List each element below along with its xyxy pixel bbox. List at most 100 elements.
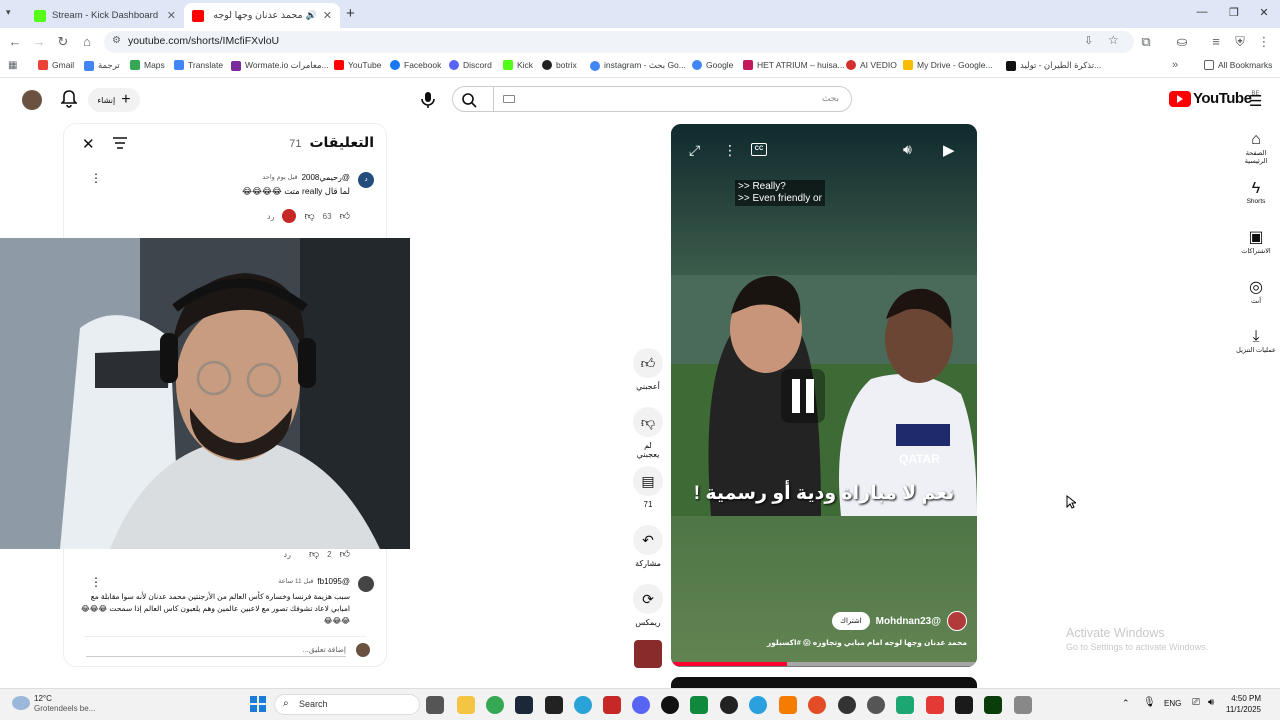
avatar[interactable]	[22, 90, 42, 110]
play-icon[interactable]: ▶	[943, 141, 955, 159]
bookmark-item[interactable]: YouTube	[334, 60, 381, 70]
install-icon[interactable]: ⇩	[1084, 34, 1093, 47]
bookmark-item[interactable]: Kick	[503, 60, 533, 70]
new-tab-button[interactable]: +	[346, 5, 355, 22]
bookmark-item[interactable]: AI VEDIO	[846, 60, 897, 70]
more-actions-icon[interactable]: ⋮	[90, 575, 102, 589]
app-icon[interactable]	[779, 696, 797, 714]
ea-icon[interactable]	[661, 696, 679, 714]
tray-overflow-icon[interactable]: ⌃	[1122, 698, 1130, 709]
shield-icon[interactable]: ⛨	[1232, 34, 1248, 50]
comment-author[interactable]: @رحيمي2008	[302, 173, 350, 182]
language-indicator[interactable]: ENG	[1164, 699, 1181, 708]
share-button[interactable]: ↶ مشاركة	[632, 525, 664, 568]
search-icon[interactable]	[461, 92, 477, 108]
bookmark-item[interactable]: HET ATRIUM – huisa...	[743, 60, 845, 70]
app-icon[interactable]	[926, 696, 944, 714]
like-button[interactable]: 👍︎ أعجبني	[632, 348, 664, 391]
kick-app-icon[interactable]	[984, 696, 1002, 714]
windows-start-icon[interactable]	[250, 696, 266, 712]
app-icon[interactable]	[574, 696, 592, 714]
keyboard-icon[interactable]	[503, 95, 515, 103]
profile-switch-icon[interactable]: ⛀	[1174, 34, 1190, 50]
close-tab-icon[interactable]: ✕	[323, 9, 332, 22]
weather-icon[interactable]	[12, 696, 30, 710]
bookmark-item[interactable]: Discord	[449, 60, 492, 70]
chrome-icon[interactable]	[486, 696, 504, 714]
bookmark-item[interactable]: تذكرة الطيران - توليد...	[1006, 60, 1101, 71]
like-icon[interactable]: 👍︎	[340, 548, 350, 560]
task-view-icon[interactable]	[426, 696, 444, 714]
sound-thumbnail[interactable]	[634, 640, 662, 668]
sort-icon[interactable]	[112, 136, 128, 150]
all-bookmarks[interactable]: All Bookmarks	[1204, 60, 1272, 70]
short-video-player[interactable]: ⤢ ⋮ CC 🔊︎ ▶ >> Really? >> Even friendly …	[671, 124, 977, 667]
bookmark-item[interactable]: botrix	[542, 60, 577, 70]
bookmark-item[interactable]: Translate	[174, 60, 223, 70]
bookmark-item[interactable]: Google	[692, 60, 733, 70]
reply-button[interactable]: رد	[267, 212, 274, 221]
microphone-icon[interactable]: 🎙︎	[1143, 697, 1156, 708]
discord-icon[interactable]	[632, 696, 650, 714]
bookmark-item[interactable]: ترجمة	[84, 60, 120, 71]
xbox-icon[interactable]	[690, 696, 708, 714]
captions-icon[interactable]: CC	[751, 143, 767, 156]
media-control-icon[interactable]: ≡	[1208, 34, 1224, 50]
comments-button[interactable]: ▤ 71	[632, 466, 664, 509]
weather-widget[interactable]: 12°C Grotendeels be...	[34, 694, 95, 714]
app-icon[interactable]	[1014, 696, 1032, 714]
more-bookmarks-icon[interactable]: »	[1172, 59, 1178, 71]
pause-icon[interactable]	[781, 369, 825, 423]
more-options-icon[interactable]: ⋮	[723, 142, 737, 159]
back-icon[interactable]: ←	[7, 34, 23, 50]
bookmark-item[interactable]: Wormate.io معامرات...	[231, 60, 329, 71]
bookmark-item[interactable]: Gmail	[38, 60, 74, 70]
dislike-icon[interactable]: 👎︎	[304, 210, 314, 222]
clock[interactable]: 4:50 PM 11/1/2025	[1226, 693, 1261, 715]
reply-button[interactable]: رد	[284, 550, 291, 559]
apps-grid-icon[interactable]: ▦	[8, 60, 17, 71]
taskbar-search[interactable]: ⌕ Search	[274, 694, 420, 715]
bookmark-item[interactable]: My Drive - Google...	[903, 60, 993, 70]
site-info-icon[interactable]: ⚙	[112, 35, 121, 46]
comment-author[interactable]: @fb1095	[317, 577, 350, 586]
nzxt-icon[interactable]	[603, 696, 621, 714]
tab-youtube[interactable]: محمد عدنان وجها لوجه امام 🔊 ✕	[184, 3, 340, 28]
next-short-preview[interactable]	[671, 677, 977, 688]
microphone-icon[interactable]	[420, 90, 436, 110]
notifications-icon[interactable]	[61, 90, 77, 108]
tab-search-icon[interactable]: ▾	[6, 7, 20, 21]
home-icon[interactable]: ⌂	[79, 34, 95, 50]
telegram-icon[interactable]	[749, 696, 767, 714]
search-input[interactable]: بحث	[452, 86, 852, 112]
remix-button[interactable]: ⟳ ريمكس	[632, 584, 664, 627]
close-tab-icon[interactable]: ✕	[167, 9, 176, 22]
app-icon[interactable]	[896, 696, 914, 714]
bookmark-item[interactable]: Maps	[130, 60, 165, 70]
youtube-logo[interactable]: YouTube BE	[1169, 90, 1259, 107]
menu-dots-icon[interactable]: ⋮	[1256, 34, 1272, 50]
video-title[interactable]: محمد عدنان وجها لوجه امام مبابي وتجاوزه …	[681, 638, 967, 647]
more-actions-icon[interactable]: ⋮	[90, 171, 102, 185]
maximize-icon[interactable]: ❐	[1224, 6, 1244, 19]
speaker-icon[interactable]: 🔊	[306, 10, 317, 21]
fullscreen-icon[interactable]: ⤢	[689, 142, 700, 159]
subscribe-button[interactable]: اشتراك	[832, 612, 870, 630]
file-explorer-icon[interactable]	[457, 696, 475, 714]
dislike-button[interactable]: 👎︎ لم يعجبني	[632, 407, 664, 459]
steam-icon[interactable]	[515, 696, 533, 714]
close-window-icon[interactable]: ✕	[1254, 6, 1274, 19]
avatar[interactable]	[947, 611, 967, 631]
avatar[interactable]: د	[358, 172, 374, 188]
sidebar-item-downloads[interactable]: ⤓ عمليات التنزيل	[1234, 328, 1278, 354]
bookmark-star-icon[interactable]: ☆	[1108, 33, 1119, 47]
channel-name[interactable]: @Mohdnan23	[876, 616, 941, 627]
app-icon[interactable]	[867, 696, 885, 714]
app-icon[interactable]	[955, 696, 973, 714]
add-comment-input[interactable]: إضافة تعليق...	[86, 645, 346, 657]
sidebar-item-you[interactable]: ◎ أنت	[1234, 279, 1278, 305]
volume-icon[interactable]: 🔊︎	[903, 141, 912, 158]
network-icon[interactable]: ⎚	[1192, 697, 1200, 708]
app-icon[interactable]	[838, 696, 856, 714]
address-bar[interactable]: ⚙ youtube.com/shorts/IMcfiFXvloU ⇩ ☆	[104, 31, 1134, 53]
